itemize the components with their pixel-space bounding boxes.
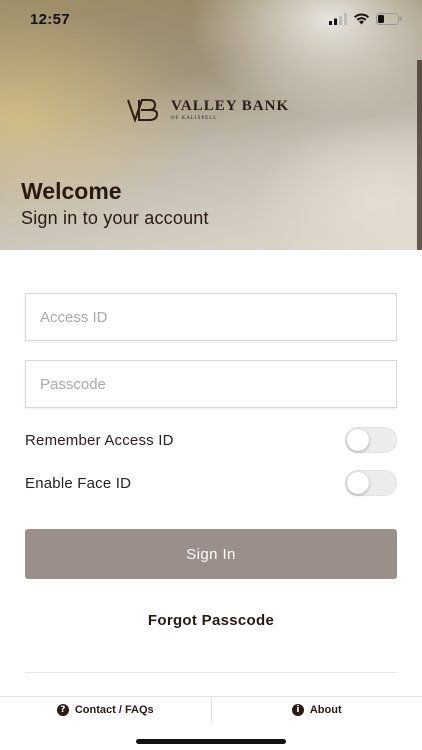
toggle-knob — [347, 429, 369, 451]
access-id-input[interactable] — [25, 293, 397, 341]
vb-logo-mark — [127, 99, 159, 124]
status-time: 12:57 — [30, 11, 70, 28]
signal-icon — [329, 13, 347, 25]
info-circle-icon: i — [291, 703, 304, 716]
contact-faqs-label: Contact / FAQs — [74, 703, 154, 716]
question-circle-icon: ? — [56, 703, 69, 716]
remember-access-id-label: Remember Access ID — [25, 431, 174, 449]
passcode-input[interactable] — [25, 360, 397, 408]
divider — [25, 672, 397, 673]
enable-face-id-label: Enable Face ID — [25, 474, 132, 492]
remember-access-id-toggle[interactable] — [345, 427, 397, 453]
hero-edge-shadow — [417, 60, 422, 250]
bank-name: Valley Bank — [171, 98, 290, 114]
status-bar: 12:57 — [0, 0, 422, 40]
bank-logo: Valley Bank of Kalispell — [127, 96, 289, 124]
battery-icon — [376, 13, 402, 25]
toggle-knob — [347, 472, 369, 494]
contact-faqs-link[interactable]: ? Contact / FAQs — [0, 697, 211, 722]
welcome-title: Welcome — [21, 178, 122, 204]
footer-bar: ? Contact / FAQs i About — [0, 696, 422, 723]
welcome-subtitle: Sign in to your account — [21, 208, 209, 228]
wifi-icon — [354, 13, 369, 25]
status-icons — [329, 13, 402, 25]
enable-face-id-toggle[interactable] — [345, 470, 397, 496]
remember-access-id-row: Remember Access ID — [25, 426, 397, 454]
bank-subtitle: of Kalispell — [171, 116, 218, 121]
forgot-passcode-link[interactable]: Forgot Passcode — [0, 612, 422, 629]
about-link[interactable]: i About — [212, 697, 422, 722]
enable-face-id-row: Enable Face ID — [25, 469, 397, 497]
sign-in-button[interactable]: Sign In — [25, 529, 397, 579]
about-label: About — [309, 703, 342, 716]
home-indicator[interactable] — [136, 739, 286, 744]
